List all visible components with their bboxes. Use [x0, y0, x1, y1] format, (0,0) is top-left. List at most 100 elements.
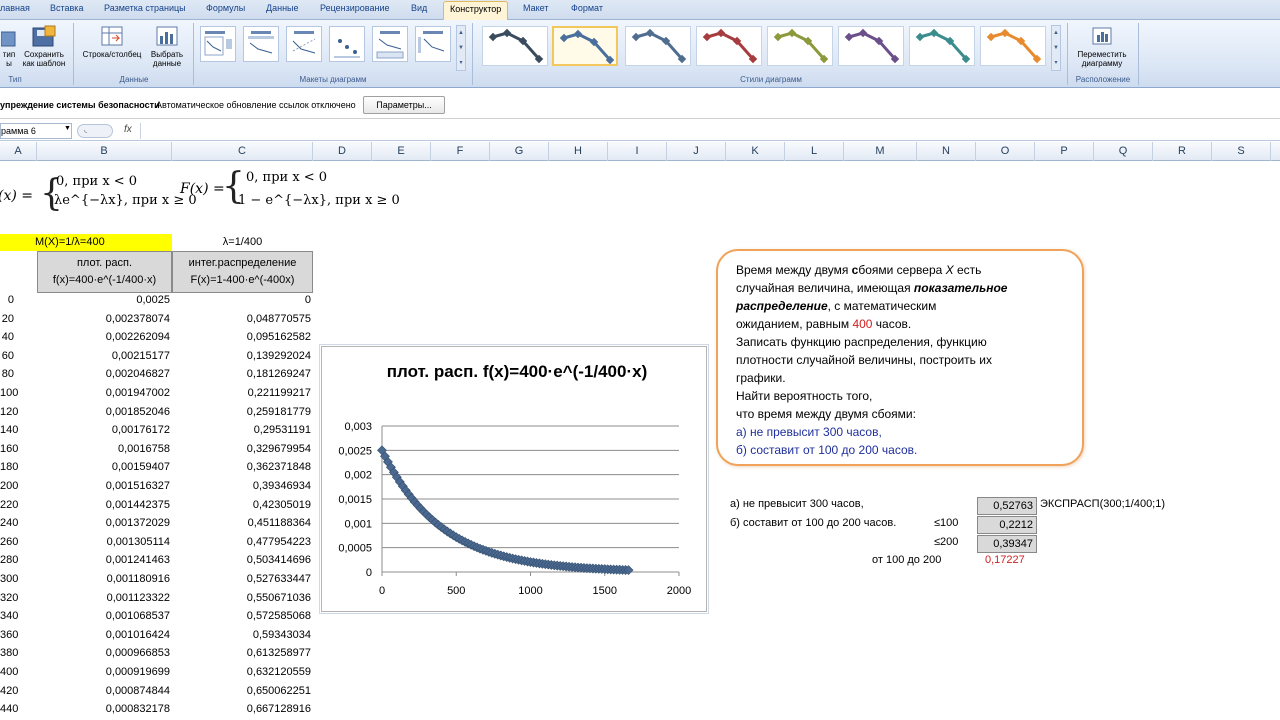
chart-style-7[interactable]: [909, 26, 975, 66]
task-description-box[interactable]: Время между двумя сбоями сервера X есть …: [716, 249, 1084, 466]
cell-distribution[interactable]: 0: [172, 294, 311, 306]
cell-x[interactable]: 240: [0, 517, 18, 529]
cell-density[interactable]: 0,001068537: [37, 610, 170, 622]
cell-distribution[interactable]: 0,181269247: [172, 368, 311, 380]
cell-distribution[interactable]: 0,139292024: [172, 350, 311, 362]
column-header-p[interactable]: P: [1035, 142, 1094, 161]
cell-distribution[interactable]: 0,477954223: [172, 536, 311, 548]
cell-density[interactable]: 0,001180916: [37, 573, 170, 585]
cell-density[interactable]: 0,00159407: [37, 461, 170, 473]
column-header-n[interactable]: N: [917, 142, 976, 161]
cell-distribution[interactable]: 0,221199217: [172, 387, 311, 399]
cell-density[interactable]: 0,001947002: [37, 387, 170, 399]
chart-layout-3[interactable]: [286, 26, 322, 62]
column-header-k[interactable]: K: [726, 142, 785, 161]
column-header-f[interactable]: F: [431, 142, 490, 161]
cell-distribution[interactable]: 0,572585068: [172, 610, 311, 622]
chart-layout-6[interactable]: [415, 26, 451, 62]
layouts-scroll[interactable]: ▲ ▼ ▾: [456, 25, 466, 71]
cell-x[interactable]: 200: [0, 480, 18, 492]
answer-le100-label[interactable]: ≤100: [934, 517, 958, 529]
tab-design[interactable]: Конструктор: [443, 1, 509, 20]
column-header-r[interactable]: R: [1153, 142, 1212, 161]
answer-le100-value[interactable]: 0,2212: [977, 516, 1037, 534]
chart-style-3[interactable]: [625, 26, 691, 66]
density-header[interactable]: плот. расп. f(x)=400·e^(-1/400·x): [37, 251, 172, 293]
column-header-e[interactable]: E: [372, 142, 431, 161]
cell-x[interactable]: 100: [0, 387, 18, 399]
cell-density[interactable]: 0,001305114: [37, 536, 170, 548]
cell-x[interactable]: 400: [0, 666, 18, 678]
cell-distribution[interactable]: 0,503414696: [172, 554, 311, 566]
chart-style-8[interactable]: [980, 26, 1046, 66]
cell-x[interactable]: 140: [0, 424, 18, 436]
chart-layout-1[interactable]: [200, 26, 236, 62]
cell-distribution[interactable]: 0,39346934: [172, 480, 311, 492]
tab-insert[interactable]: Вставка: [50, 3, 83, 13]
mean-cell[interactable]: M(X)=1/λ=400: [0, 234, 172, 251]
tab-layout[interactable]: Макет: [523, 3, 548, 13]
cell-x[interactable]: 280: [0, 554, 18, 566]
column-header-d[interactable]: D: [313, 142, 372, 161]
cell-density[interactable]: 0,00215177: [37, 350, 170, 362]
cell-x[interactable]: 160: [0, 443, 18, 455]
cell-x[interactable]: 360: [0, 629, 18, 641]
tab-view[interactable]: Вид: [411, 3, 427, 13]
answer-b-label[interactable]: б) составит от 100 до 200 часов.: [730, 517, 896, 529]
cell-distribution[interactable]: 0,362371848: [172, 461, 311, 473]
cell-density[interactable]: 0,0025: [37, 294, 170, 306]
cell-x[interactable]: 220: [0, 499, 18, 511]
cell-density[interactable]: 0,002378074: [37, 313, 170, 325]
column-header-o[interactable]: O: [976, 142, 1035, 161]
select-data-button[interactable]: Выбрать данные: [146, 24, 188, 68]
cell-density[interactable]: 0,000832178: [37, 703, 170, 715]
chart-style-4[interactable]: [696, 26, 762, 66]
chart-layout-5[interactable]: [372, 26, 408, 62]
cell-distribution[interactable]: 0,650062251: [172, 685, 311, 697]
column-header-g[interactable]: G: [490, 142, 549, 161]
cell-x[interactable]: 80: [0, 368, 14, 380]
cell-density[interactable]: 0,001016424: [37, 629, 170, 641]
cell-density[interactable]: 0,002046827: [37, 368, 170, 380]
cell-distribution[interactable]: 0,667128916: [172, 703, 311, 715]
answer-le200-label[interactable]: ≤200: [934, 536, 958, 548]
cell-x[interactable]: 320: [0, 592, 18, 604]
cell-density[interactable]: 0,001852046: [37, 406, 170, 418]
chart-style-6[interactable]: [838, 26, 904, 66]
cell-x[interactable]: 340: [0, 610, 18, 622]
name-box-dropdown-icon[interactable]: ▼: [64, 125, 71, 132]
cell-x[interactable]: 60: [0, 350, 14, 362]
cell-density[interactable]: 0,000919699: [37, 666, 170, 678]
cell-x[interactable]: 40: [0, 331, 14, 343]
tab-home[interactable]: лавная: [0, 3, 30, 13]
column-header-l[interactable]: L: [785, 142, 844, 161]
formula-cancel-button[interactable]: ◟: [77, 124, 113, 138]
cell-distribution[interactable]: 0,550671036: [172, 592, 311, 604]
tab-format[interactable]: Формат: [571, 3, 603, 13]
column-header-c[interactable]: C: [172, 142, 313, 161]
answer-between-value[interactable]: 0,17227: [985, 554, 1025, 566]
tab-review[interactable]: Рецензирование: [320, 3, 390, 13]
column-header-m[interactable]: M: [844, 142, 917, 161]
column-header-i[interactable]: I: [608, 142, 667, 161]
cell-distribution[interactable]: 0,048770575: [172, 313, 311, 325]
column-header-s[interactable]: S: [1212, 142, 1271, 161]
move-chart-button[interactable]: Переместить диаграмму: [1072, 26, 1132, 68]
density-chart[interactable]: плот. расп. f(x)=400·e^(-1/400·x) 0 0,000…: [319, 344, 709, 614]
cell-x[interactable]: 180: [0, 461, 18, 473]
cell-x[interactable]: 20: [0, 313, 14, 325]
cell-density[interactable]: 0,002262094: [37, 331, 170, 343]
column-header-j[interactable]: J: [667, 142, 726, 161]
cell-density[interactable]: 0,000966853: [37, 647, 170, 659]
distribution-header[interactable]: интег.распределение F(x)=1-400·e^(-400x): [172, 251, 313, 293]
cell-distribution[interactable]: 0,613258977: [172, 647, 311, 659]
cell-density[interactable]: 0,001241463: [37, 554, 170, 566]
answer-between-label[interactable]: от 100 до 200: [872, 554, 941, 566]
tab-data[interactable]: Данные: [266, 3, 299, 13]
cell-distribution[interactable]: 0,329679954: [172, 443, 311, 455]
tab-page-layout[interactable]: Разметка страницы: [104, 3, 186, 13]
cell-distribution[interactable]: 0,259181779: [172, 406, 311, 418]
cell-distribution[interactable]: 0,451188364: [172, 517, 311, 529]
cell-x[interactable]: 420: [0, 685, 18, 697]
cell-x[interactable]: 440: [0, 703, 18, 715]
